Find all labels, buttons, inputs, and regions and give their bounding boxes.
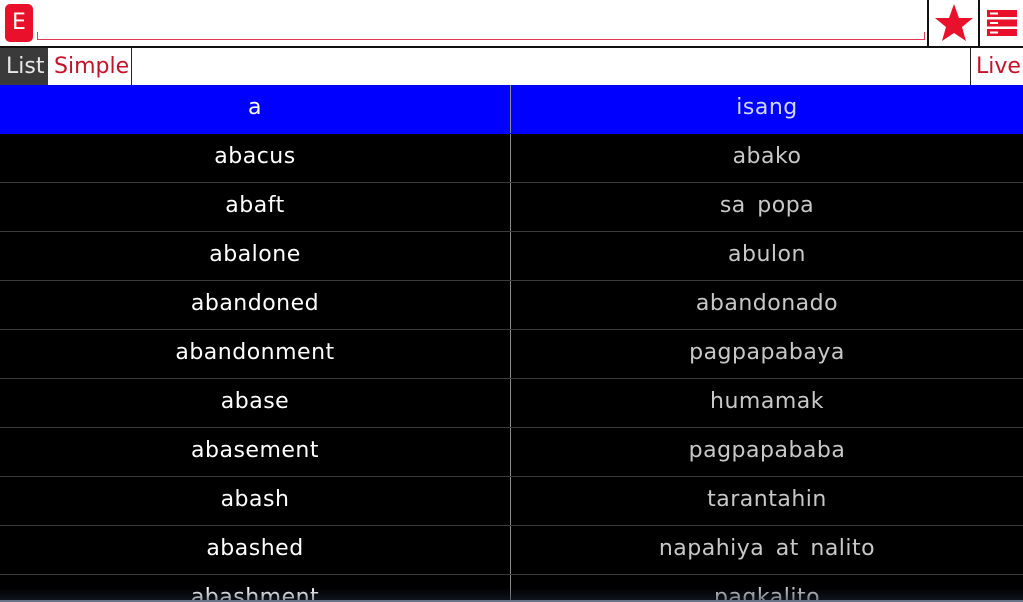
- english-term: abash: [0, 477, 511, 525]
- list-item[interactable]: abash tarantahin: [0, 477, 1023, 526]
- tagalog-translation: napahiya at nalito: [658, 536, 876, 561]
- toolbar-divider: [978, 0, 980, 46]
- list-item[interactable]: abasement pagpapababa: [0, 428, 1023, 477]
- english-term: abashed: [0, 526, 511, 574]
- tagalog-translation: sa popa: [719, 193, 815, 218]
- list-item[interactable]: abaft sa popa: [0, 183, 1023, 232]
- toolbar-divider: [927, 0, 929, 46]
- star-icon: [935, 4, 973, 41]
- tagalog-translation: pagkalito: [713, 585, 821, 602]
- dictionary-list[interactable]: a isang abacus abako abaft sa popa abalone abul…: [0, 85, 1023, 602]
- input-underline-right-tick: [924, 32, 925, 40]
- tagalog-translation: tarantahin: [707, 487, 827, 512]
- tagalog-translation: isang: [736, 95, 798, 120]
- english-term: abandoned: [0, 281, 511, 329]
- list-item[interactable]: abashment pagkalito: [0, 575, 1023, 602]
- english-term: abalone: [0, 232, 511, 280]
- mode-tabs: List Simple Live: [0, 48, 1023, 85]
- tagalog-translation: humamak: [710, 389, 824, 414]
- english-term: abase: [0, 379, 511, 427]
- list-item[interactable]: abashed napahiya at nalito: [0, 526, 1023, 575]
- list-item[interactable]: abandoned abandonado: [0, 281, 1023, 330]
- search-input[interactable]: [37, 4, 925, 40]
- english-term: abaft: [0, 183, 511, 231]
- top-toolbar: E: [0, 0, 1023, 48]
- english-term: abasement: [0, 428, 511, 476]
- english-term: a: [0, 85, 511, 133]
- list-item[interactable]: abalone abulon: [0, 232, 1023, 281]
- favorites-button[interactable]: [930, 0, 978, 46]
- list-item[interactable]: a isang: [0, 85, 1023, 134]
- tagalog-translation: abulon: [728, 242, 806, 267]
- tagalog-translation: abako: [732, 144, 802, 169]
- list-item[interactable]: abandonment pagpapabaya: [0, 330, 1023, 379]
- menu-icon: [987, 10, 1017, 36]
- tagalog-translation: pagpapabaya: [689, 340, 845, 365]
- tab-live[interactable]: Live: [970, 48, 1023, 85]
- english-term: abandonment: [0, 330, 511, 378]
- tagalog-translation: abandonado: [695, 291, 839, 316]
- menu-button[interactable]: [981, 0, 1023, 46]
- list-item[interactable]: abase humamak: [0, 379, 1023, 428]
- input-underline-left-tick: [37, 32, 38, 40]
- english-term: abashment: [0, 575, 511, 602]
- tab-list[interactable]: List: [0, 48, 48, 85]
- list-item[interactable]: abacus abako: [0, 134, 1023, 183]
- language-toggle-button[interactable]: E: [5, 4, 33, 42]
- tab-simple[interactable]: Simple: [48, 48, 132, 85]
- tagalog-translation: pagpapababa: [688, 438, 846, 463]
- english-term: abacus: [0, 134, 511, 182]
